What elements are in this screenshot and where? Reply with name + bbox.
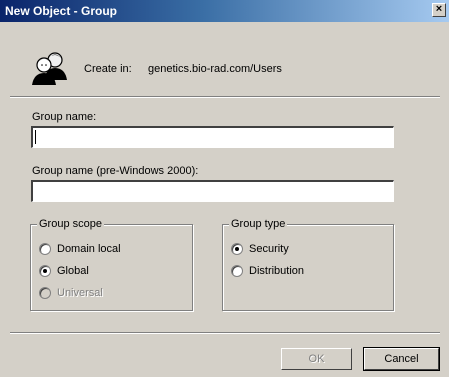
radio-button[interactable] [39,265,51,277]
radio-label: Universal [57,287,103,299]
title-bar[interactable]: New Object - Group × [0,0,449,22]
ok-button[interactable]: OK [281,348,352,370]
radio-label: Domain local [57,243,121,255]
cancel-button[interactable]: Cancel [363,347,440,371]
users-icon [32,52,67,85]
group-scope-legend: Group scope [37,218,104,230]
radio-label: Distribution [249,265,305,277]
group-scope-box: Group scope Domain local Global Universa… [30,218,193,311]
type-security-radio[interactable]: Security [231,242,289,256]
radio-label: Global [57,265,89,277]
scope-global-radio[interactable]: Global [39,264,89,278]
group-name-input[interactable] [31,126,394,148]
group-name-label: Group name: [32,111,97,123]
radio-button[interactable] [231,265,243,277]
pre2000-label: Group name (pre-Windows 2000): [32,165,199,177]
create-in-label: Create in: [84,63,132,75]
separator-bottom [10,332,440,334]
window-title: New Object - Group [5,4,118,18]
text-caret [35,130,36,144]
create-in-path: genetics.bio-rad.com/Users [148,63,282,75]
radio-button[interactable] [39,243,51,255]
new-object-group-dialog: New Object - Group × Create in: genetics… [0,0,449,377]
close-button[interactable]: × [432,3,446,17]
separator-top [10,96,440,98]
scope-universal-radio: Universal [39,286,103,300]
pre2000-input[interactable] [31,180,394,202]
radio-button[interactable] [231,243,243,255]
radio-button [39,287,51,299]
radio-label: Security [249,243,289,255]
type-distribution-radio[interactable]: Distribution [231,264,304,278]
close-icon: × [435,3,443,15]
group-type-legend: Group type [229,218,288,230]
scope-domain-local-radio[interactable]: Domain local [39,242,121,256]
group-type-box: Group type Security Distribution [222,218,394,311]
